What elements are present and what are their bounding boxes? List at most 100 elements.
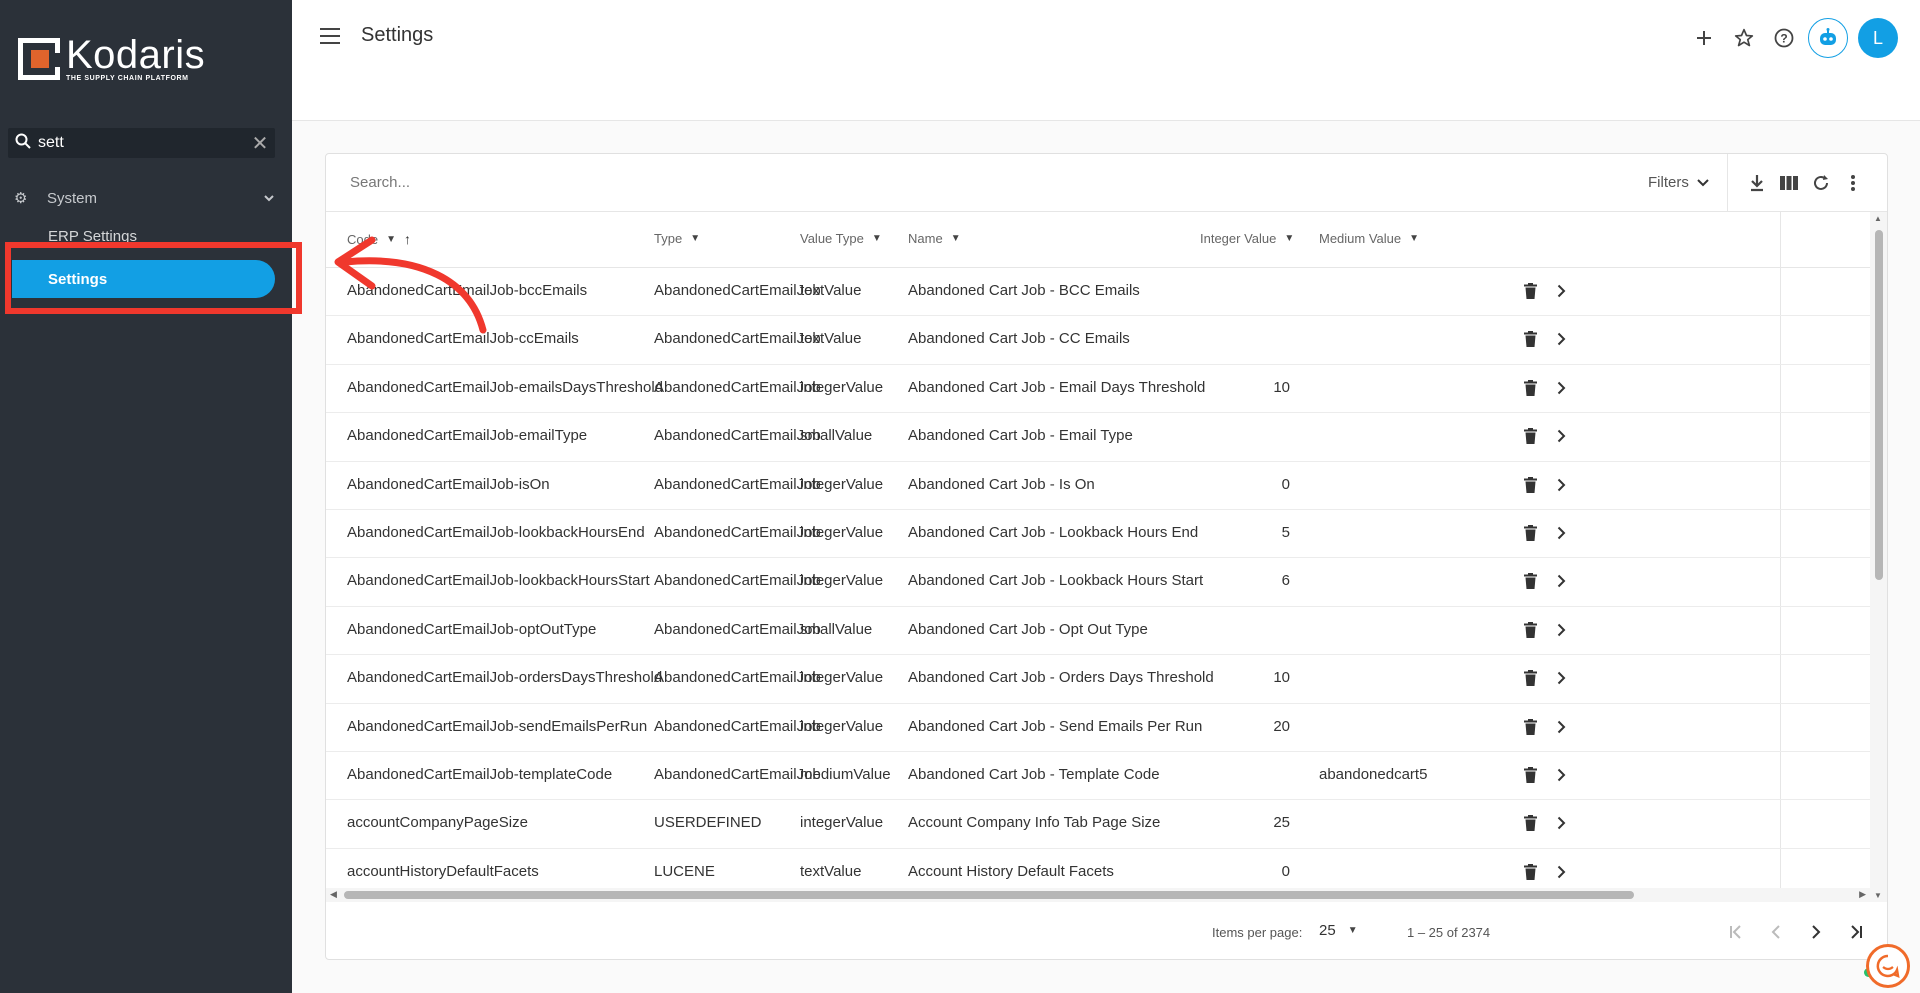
- previous-page-icon[interactable]: [1762, 918, 1790, 946]
- table-row[interactable]: AbandonedCartEmailJob-emailType Abandoned…: [326, 413, 1870, 462]
- filters-button[interactable]: Filters: [1648, 174, 1709, 191]
- plus-icon[interactable]: [1684, 18, 1724, 58]
- trash-icon[interactable]: [1519, 764, 1541, 786]
- table-row[interactable]: AbandonedCartEmailJob-ordersDaysThreshol…: [326, 655, 1870, 704]
- table-row[interactable]: AbandonedCartEmailJob-lookbackHoursStart…: [326, 558, 1870, 607]
- trash-icon[interactable]: [1519, 667, 1541, 689]
- column-header-type[interactable]: Type ▼: [654, 231, 700, 246]
- cell-integer-value: 10: [1273, 669, 1290, 687]
- download-icon[interactable]: [1744, 170, 1770, 196]
- sidebar-search-input[interactable]: sett: [38, 134, 245, 152]
- items-per-page-select[interactable]: 25 ▼: [1319, 922, 1358, 939]
- assistant-bot-icon[interactable]: [1808, 18, 1848, 58]
- cell-code: AbandonedCartEmailJob-optOutType: [347, 620, 597, 638]
- caret-down-icon[interactable]: ▼: [951, 233, 961, 244]
- chevron-right-icon[interactable]: [1550, 425, 1572, 447]
- cell-type: AbandonedCartEmailJob: [654, 717, 821, 735]
- table-row[interactable]: AbandonedCartEmailJob-ccEmails AbandonedC…: [326, 316, 1870, 365]
- table-row[interactable]: AbandonedCartEmailJob-sendEmailsPerRun Ab…: [326, 704, 1870, 752]
- column-header-medium-value[interactable]: Medium Value ▼: [1319, 231, 1419, 246]
- chevron-right-icon[interactable]: [1550, 861, 1572, 883]
- help-icon[interactable]: ?: [1764, 18, 1804, 58]
- sidebar-group-system[interactable]: ⚙ System: [14, 186, 276, 210]
- refresh-icon[interactable]: [1808, 170, 1834, 196]
- caret-down-icon[interactable]: ▼: [872, 233, 882, 244]
- chevron-down-icon: [262, 191, 276, 205]
- table-row[interactable]: AbandonedCartEmailJob-isOn AbandonedCartE…: [326, 462, 1870, 510]
- scroll-right-icon[interactable]: ▶: [1859, 889, 1866, 900]
- sort-ascending-icon[interactable]: ↑: [404, 231, 411, 247]
- logo-mark-icon: [18, 38, 61, 80]
- trash-icon[interactable]: [1519, 861, 1541, 883]
- cell-integer-value: 5: [1281, 524, 1290, 541]
- menu-icon[interactable]: [320, 28, 340, 44]
- trash-icon[interactable]: [1519, 328, 1541, 350]
- cell-value-type: textValue: [800, 282, 862, 299]
- trash-icon[interactable]: [1519, 812, 1541, 834]
- column-header-integer-value[interactable]: Integer Value ▼: [1200, 231, 1294, 246]
- horizontal-scrollbar[interactable]: ◀ ▶: [326, 888, 1870, 902]
- table-row[interactable]: accountCompanyPageSize USERDEFINED integer…: [326, 800, 1870, 849]
- cell-integer-value: 10: [1273, 378, 1290, 396]
- close-icon[interactable]: ✕: [245, 131, 275, 156]
- columns-icon[interactable]: [1776, 170, 1802, 196]
- chevron-right-icon[interactable]: [1550, 474, 1572, 496]
- chevron-right-icon[interactable]: [1550, 716, 1572, 738]
- cell-name: Abandoned Cart Job - Email Type: [908, 427, 1133, 445]
- column-header-value-type[interactable]: Value Type ▼: [800, 231, 882, 246]
- settings-table-card: Search... Filters Code ▼ ↑ Type ▼ Value …: [325, 153, 1888, 960]
- chevron-right-icon[interactable]: [1550, 812, 1572, 834]
- table-row[interactable]: AbandonedCartEmailJob-templateCode Abando…: [326, 752, 1870, 801]
- table-row[interactable]: AbandonedCartEmailJob-lookbackHoursEnd Ab…: [326, 510, 1870, 559]
- cell-name: Abandoned Cart Job - Template Code: [908, 766, 1160, 783]
- chevron-right-icon[interactable]: [1550, 667, 1572, 689]
- trash-icon[interactable]: [1519, 425, 1541, 447]
- scroll-left-icon[interactable]: ◀: [330, 889, 337, 900]
- chevron-right-icon[interactable]: [1550, 764, 1572, 786]
- caret-down-icon[interactable]: ▼: [690, 233, 700, 244]
- cell-name: Abandoned Cart Job - Is On: [908, 475, 1095, 493]
- table-row[interactable]: AbandonedCartEmailJob-emailsDaysThreshol…: [326, 365, 1870, 414]
- cell-value-type: textValue: [800, 862, 862, 880]
- cell-integer-value: 6: [1281, 572, 1290, 590]
- trash-icon[interactable]: [1519, 474, 1541, 496]
- scroll-up-icon[interactable]: ▲: [1874, 214, 1882, 223]
- avatar[interactable]: L: [1858, 18, 1898, 58]
- trash-icon[interactable]: [1519, 377, 1541, 399]
- table-row[interactable]: AbandonedCartEmailJob-bccEmails Abandoned…: [326, 268, 1870, 317]
- trash-icon[interactable]: [1519, 619, 1541, 641]
- caret-down-icon[interactable]: ▼: [1409, 233, 1419, 244]
- column-label: Code: [347, 231, 379, 247]
- caret-down-icon[interactable]: ▼: [386, 234, 396, 245]
- column-header-name[interactable]: Name ▼: [908, 231, 961, 246]
- column-header-code[interactable]: Code ▼ ↑: [347, 231, 411, 247]
- table-search-input[interactable]: Search...: [350, 174, 410, 191]
- next-page-icon[interactable]: [1802, 918, 1830, 946]
- table-row[interactable]: accountHistoryDefaultFacets LUCENE textVal…: [326, 849, 1870, 888]
- trash-icon[interactable]: [1519, 570, 1541, 592]
- kodaris-logo[interactable]: Kodaris THE SUPPLY CHAIN PLATFORM: [18, 35, 205, 82]
- star-icon[interactable]: [1724, 18, 1764, 58]
- trash-icon[interactable]: [1519, 716, 1541, 738]
- trash-icon[interactable]: [1519, 280, 1541, 302]
- column-label: Integer Value: [1200, 231, 1277, 246]
- sidebar-search[interactable]: sett ✕: [8, 128, 275, 158]
- chat-support-icon[interactable]: [1866, 944, 1910, 988]
- chevron-right-icon[interactable]: [1550, 328, 1572, 350]
- cell-value-type: integerValue: [800, 669, 884, 687]
- trash-icon[interactable]: [1519, 522, 1541, 544]
- caret-down-icon[interactable]: ▼: [1284, 233, 1294, 244]
- chevron-right-icon[interactable]: [1550, 377, 1572, 399]
- table-row[interactable]: AbandonedCartEmailJob-optOutType Abandone…: [326, 607, 1870, 656]
- chevron-right-icon[interactable]: [1550, 280, 1572, 302]
- chevron-right-icon[interactable]: [1550, 522, 1572, 544]
- vertical-scrollbar[interactable]: ▲ ▼: [1870, 212, 1887, 902]
- more-vertical-icon[interactable]: [1840, 170, 1866, 196]
- last-page-icon[interactable]: [1842, 918, 1870, 946]
- scroll-down-icon[interactable]: ▼: [1874, 891, 1882, 900]
- chevron-right-icon[interactable]: [1550, 570, 1572, 592]
- cell-type: AbandonedCartEmailJob: [654, 669, 821, 687]
- chevron-right-icon[interactable]: [1550, 619, 1572, 641]
- first-page-icon[interactable]: [1722, 918, 1750, 946]
- cell-name: Abandoned Cart Job - Lookback Hours Star…: [908, 572, 1204, 590]
